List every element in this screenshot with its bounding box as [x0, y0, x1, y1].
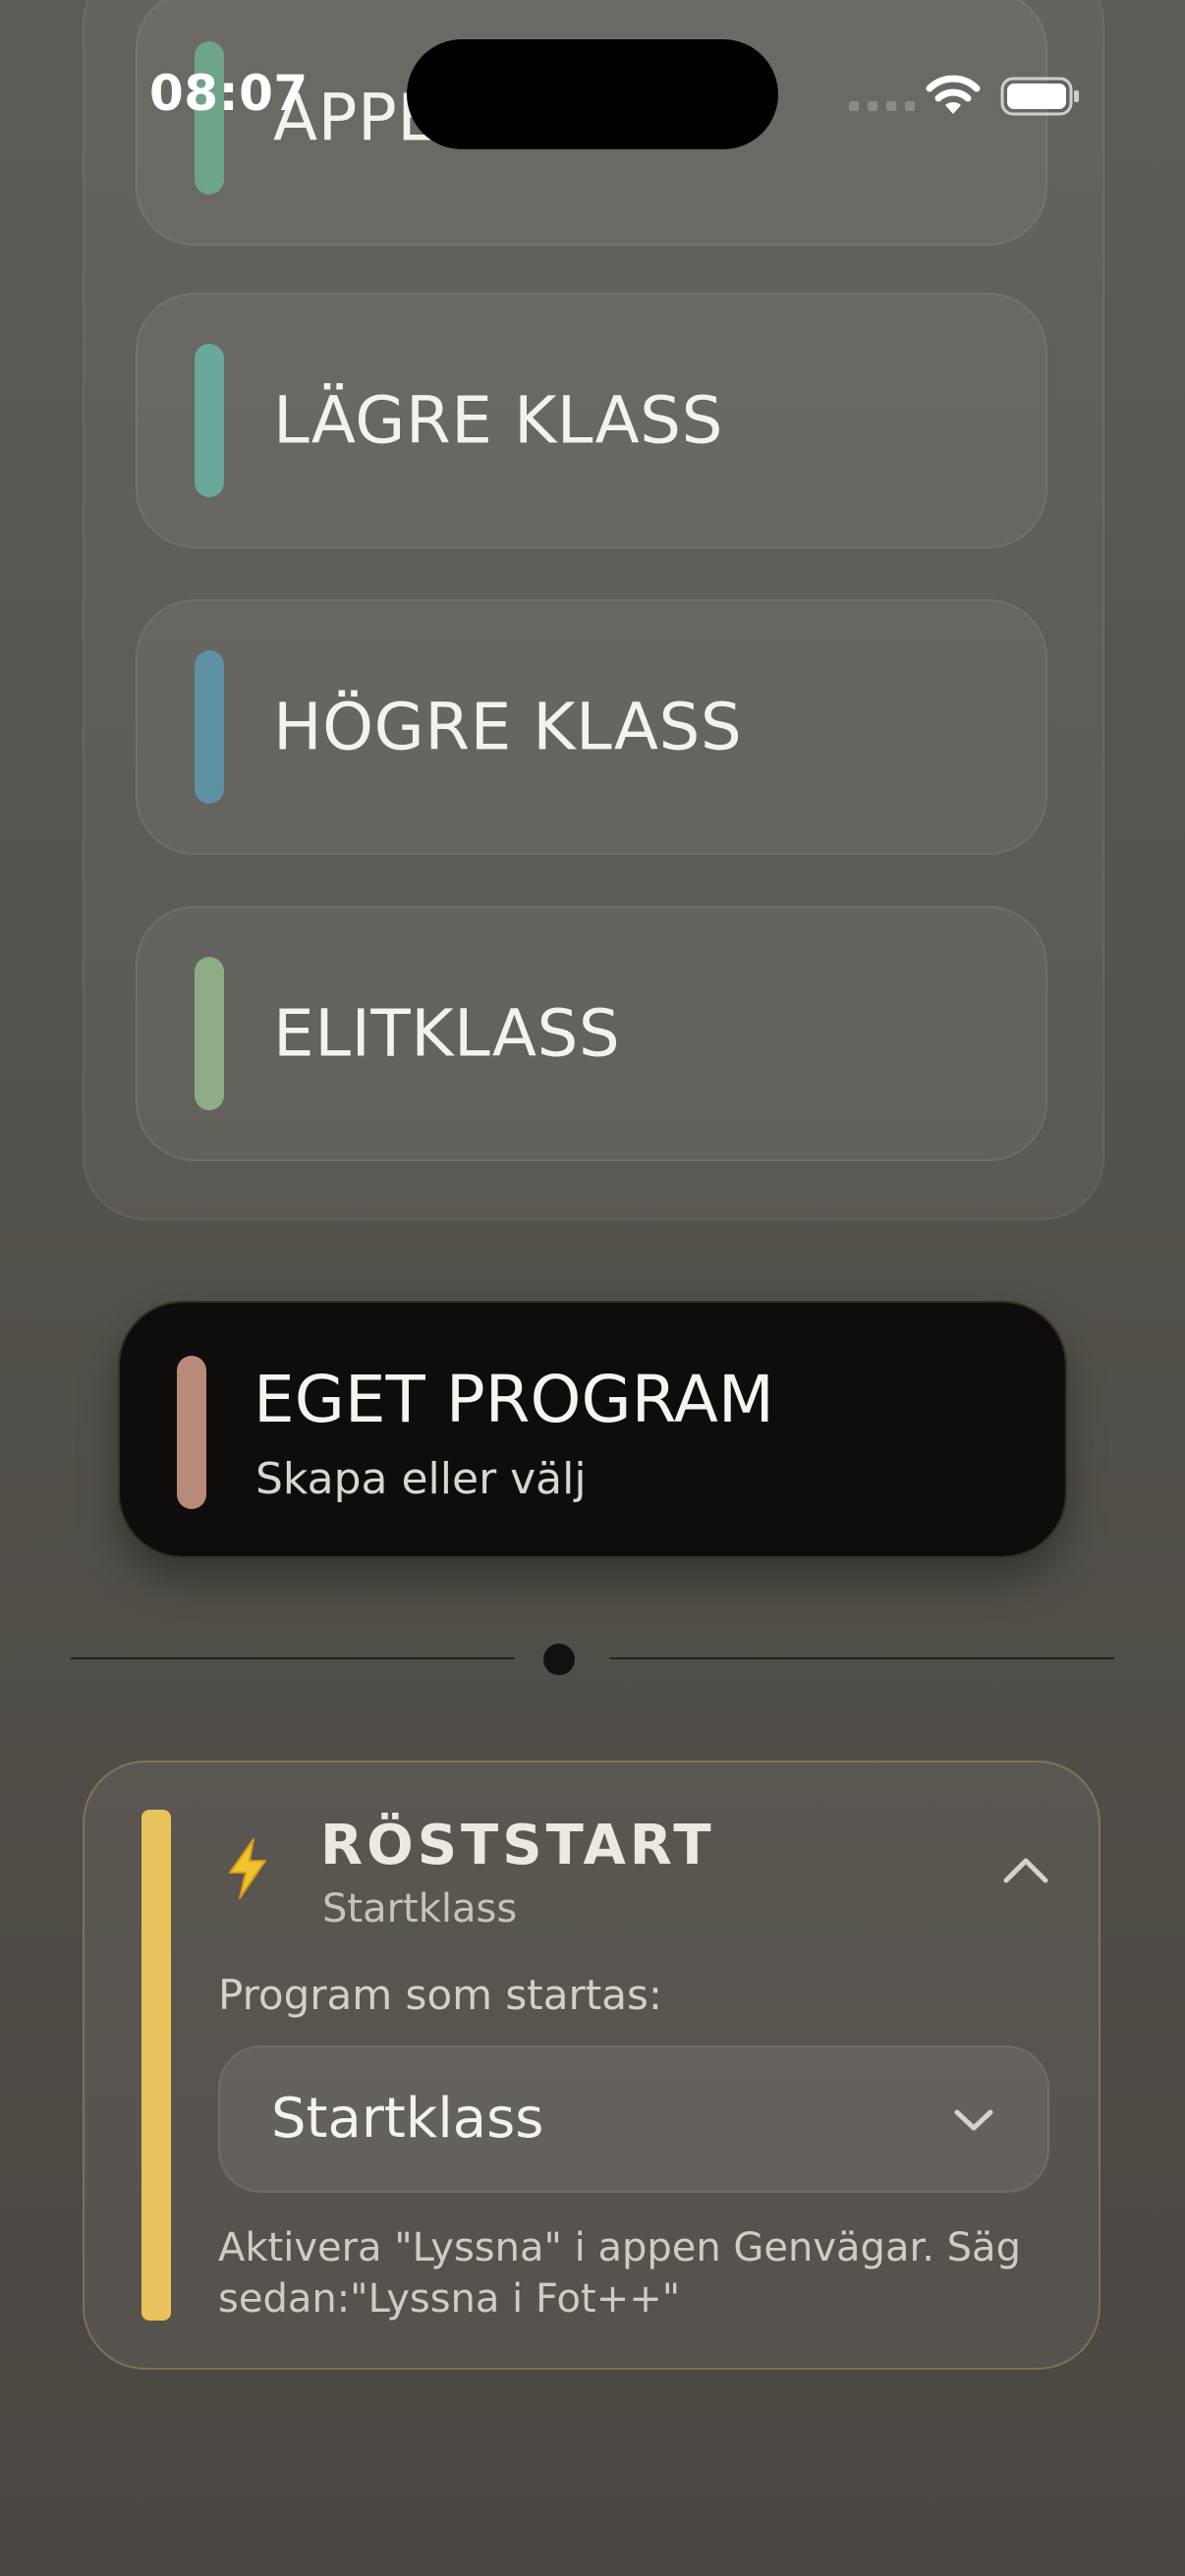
class-label: HÖGRE KLASS: [273, 689, 743, 765]
class-card-elitklass[interactable]: ELITKLASS: [136, 906, 1047, 1161]
wifi-icon: [926, 75, 981, 114]
class-color-bar: [195, 344, 224, 497]
custom-program-subtitle: Skapa eller välj: [255, 1454, 587, 1504]
cellular-signal-icon: [849, 101, 915, 111]
custom-program-color-bar: [177, 1356, 206, 1509]
custom-program-title: EGET PROGRAM: [254, 1362, 774, 1437]
class-card-hogre-klass[interactable]: HÖGRE KLASS: [136, 599, 1047, 855]
program-label: Program som startas:: [218, 1971, 662, 2019]
class-label: ELITKLASS: [273, 995, 621, 1072]
chevron-up-icon[interactable]: [1002, 1855, 1049, 1884]
class-label: LÄGRE KLASS: [273, 382, 723, 459]
program-select-value: Startklass: [271, 2087, 544, 2151]
lightning-icon: [229, 1838, 266, 1899]
divider-line-right: [609, 1657, 1114, 1659]
voice-start-hint: Aktivera "Lyssna" i appen Genvägar. Säg …: [218, 2225, 1021, 2322]
dynamic-island: [407, 39, 778, 149]
voice-start-accent-bar: [141, 1810, 171, 2321]
voice-start-title: RÖSTSTART: [320, 1814, 715, 1877]
voice-start-subtitle: Startklass: [322, 1886, 518, 1932]
battery-icon: [1000, 77, 1079, 116]
status-time: 08:07: [149, 65, 309, 122]
custom-program-card[interactable]: EGET PROGRAM Skapa eller välj: [118, 1301, 1067, 1558]
class-color-bar: [195, 650, 224, 804]
chevron-down-icon[interactable]: [953, 2106, 994, 2134]
divider-dot: [543, 1644, 575, 1675]
class-card-lagre-klass[interactable]: LÄGRE KLASS: [136, 293, 1047, 548]
class-color-bar: [195, 957, 224, 1110]
divider-line-left: [71, 1657, 515, 1659]
